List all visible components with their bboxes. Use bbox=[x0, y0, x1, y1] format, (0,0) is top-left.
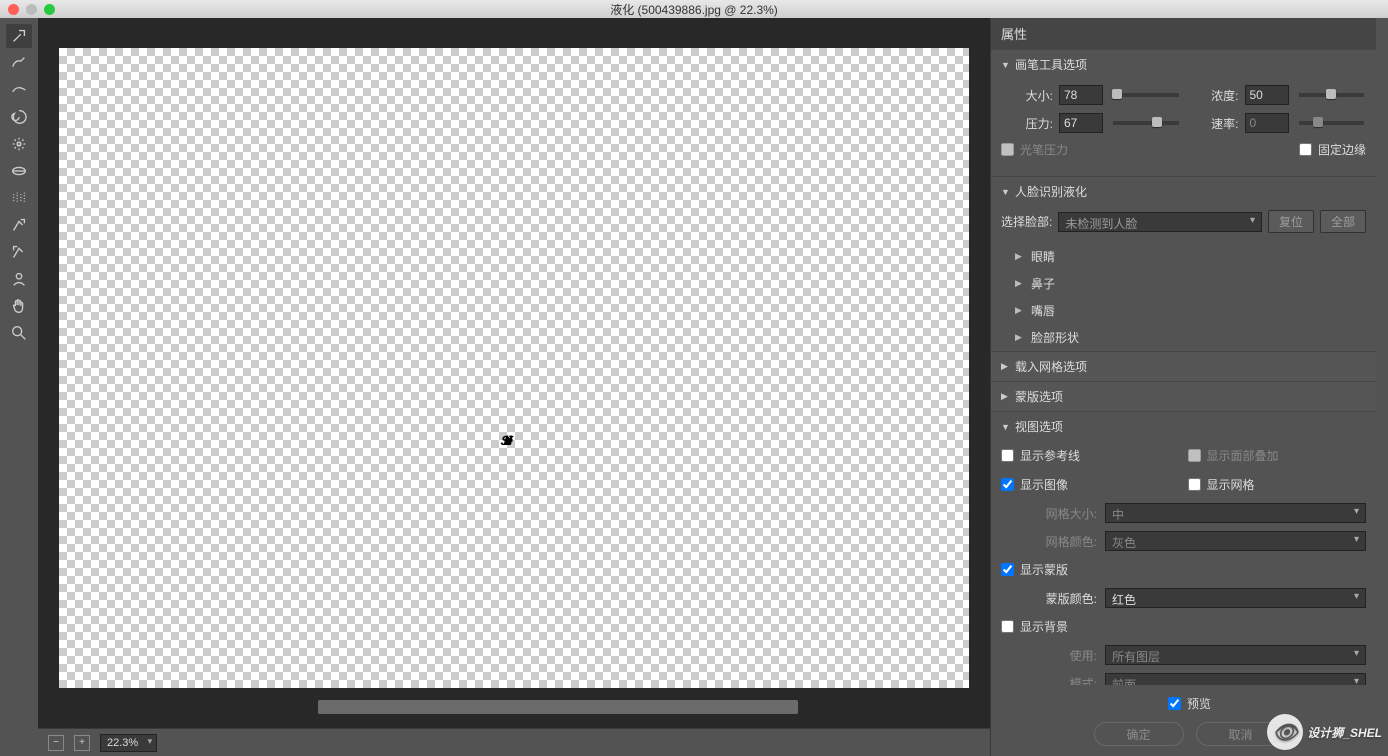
bloat-tool[interactable] bbox=[6, 159, 32, 183]
show-mesh-checkbox[interactable] bbox=[1188, 478, 1201, 491]
pen-pressure-checkbox: 光笔压力 bbox=[1001, 141, 1068, 158]
use-label: 使用: bbox=[1001, 647, 1097, 664]
mask-color-select[interactable]: 红色 bbox=[1105, 588, 1366, 608]
mesh-color-select: 灰色 bbox=[1105, 531, 1366, 551]
scroll-up-icon[interactable]: ▲ bbox=[1376, 18, 1388, 32]
horizontal-scrollbar[interactable] bbox=[318, 700, 798, 714]
toolbar bbox=[0, 18, 38, 756]
show-mask-checkbox[interactable] bbox=[1001, 563, 1014, 576]
section-view-options[interactable]: ▼视图选项 bbox=[991, 411, 1376, 441]
density-label: 浓度: bbox=[1187, 87, 1239, 104]
pin-edge-checkbox[interactable]: 固定边缘 bbox=[1299, 141, 1366, 158]
window-title: 液化 (500439886.jpg @ 22.3%) bbox=[0, 1, 1388, 18]
face-shape[interactable]: ▶脸部形状 bbox=[991, 324, 1376, 351]
ok-button[interactable]: 确定 bbox=[1094, 722, 1184, 746]
size-slider[interactable] bbox=[1113, 93, 1179, 97]
status-bar: − + 22.3% bbox=[38, 728, 990, 756]
forward-warp-tool[interactable] bbox=[6, 24, 32, 48]
rate-slider bbox=[1299, 121, 1365, 125]
mode-label: 模式: bbox=[1001, 675, 1097, 686]
show-mask-label: 显示蒙版 bbox=[1020, 561, 1068, 578]
thaw-mask-tool[interactable] bbox=[6, 240, 32, 264]
zoom-in-button[interactable]: + bbox=[74, 735, 90, 751]
freeze-mask-tool[interactable] bbox=[6, 213, 32, 237]
rate-input bbox=[1245, 113, 1289, 133]
show-image-label: 显示图像 bbox=[1020, 476, 1068, 493]
properties-panel: ▲ 属性 ▼画笔工具选项 大小: 浓度: bbox=[990, 18, 1388, 756]
mesh-color-label: 网格颜色: bbox=[1001, 533, 1097, 550]
face-reset-button[interactable]: 复位 bbox=[1268, 210, 1314, 233]
show-guides-label: 显示参考线 bbox=[1020, 447, 1080, 464]
face-all-button[interactable]: 全部 bbox=[1320, 210, 1366, 233]
pressure-label: 压力: bbox=[1001, 115, 1053, 132]
show-guides-checkbox[interactable] bbox=[1001, 449, 1014, 462]
mesh-size-label: 网格大小: bbox=[1001, 505, 1097, 522]
canvas-text: Shel Yin bbox=[492, 235, 536, 500]
face-eyes[interactable]: ▶眼睛 bbox=[991, 243, 1376, 270]
cancel-button[interactable]: 取消 bbox=[1196, 722, 1286, 746]
section-brush-options[interactable]: ▼画笔工具选项 bbox=[991, 49, 1376, 79]
hand-tool[interactable] bbox=[6, 294, 32, 318]
pressure-input[interactable] bbox=[1059, 113, 1103, 133]
size-label: 大小: bbox=[1001, 87, 1053, 104]
section-mask-options[interactable]: ▶蒙版选项 bbox=[991, 381, 1376, 411]
push-left-tool[interactable] bbox=[6, 186, 32, 210]
face-select-label: 选择脸部: bbox=[1001, 213, 1052, 230]
twirl-tool[interactable] bbox=[6, 105, 32, 129]
section-face-liquify[interactable]: ▼人脸识别液化 bbox=[991, 176, 1376, 206]
reconstruct-tool[interactable] bbox=[6, 51, 32, 75]
pressure-slider[interactable] bbox=[1113, 121, 1179, 125]
show-mesh-label: 显示网格 bbox=[1207, 476, 1255, 493]
show-bg-label: 显示背景 bbox=[1020, 618, 1068, 635]
density-input[interactable] bbox=[1245, 85, 1289, 105]
zoom-select[interactable]: 22.3% bbox=[100, 734, 157, 752]
size-input[interactable] bbox=[1059, 85, 1103, 105]
rate-label: 速率: bbox=[1187, 115, 1239, 132]
panel-title: 属性 bbox=[991, 18, 1376, 49]
mode-select: 前面 bbox=[1105, 673, 1366, 685]
pucker-tool[interactable] bbox=[6, 132, 32, 156]
face-select[interactable]: 未检测到人脸 bbox=[1058, 212, 1262, 232]
face-nose[interactable]: ▶鼻子 bbox=[991, 270, 1376, 297]
face-mouth[interactable]: ▶嘴唇 bbox=[991, 297, 1376, 324]
show-bg-checkbox[interactable] bbox=[1001, 620, 1014, 633]
mesh-size-select: 中 bbox=[1105, 503, 1366, 523]
smooth-tool[interactable] bbox=[6, 78, 32, 102]
canvas-area: Shel Yin − + 22.3% bbox=[38, 18, 990, 756]
face-tool[interactable] bbox=[6, 267, 32, 291]
zoom-out-button[interactable]: − bbox=[48, 735, 64, 751]
canvas[interactable]: Shel Yin bbox=[59, 48, 969, 688]
mask-color-label: 蒙版颜色: bbox=[1001, 590, 1097, 607]
density-slider[interactable] bbox=[1299, 93, 1365, 97]
show-image-checkbox[interactable] bbox=[1001, 478, 1014, 491]
panel-footer: 预览 确定 取消 bbox=[991, 685, 1388, 756]
zoom-tool[interactable] bbox=[6, 321, 32, 345]
show-face-overlay-checkbox bbox=[1188, 449, 1201, 462]
preview-checkbox[interactable]: 预览 bbox=[1168, 695, 1211, 712]
section-load-mesh[interactable]: ▶载入网格选项 bbox=[991, 351, 1376, 381]
use-select: 所有图层 bbox=[1105, 645, 1366, 665]
titlebar: 液化 (500439886.jpg @ 22.3%) bbox=[0, 0, 1388, 18]
scroll-down-icon[interactable]: ▼ bbox=[1376, 671, 1388, 685]
show-face-overlay-label: 显示面部叠加 bbox=[1207, 447, 1279, 464]
